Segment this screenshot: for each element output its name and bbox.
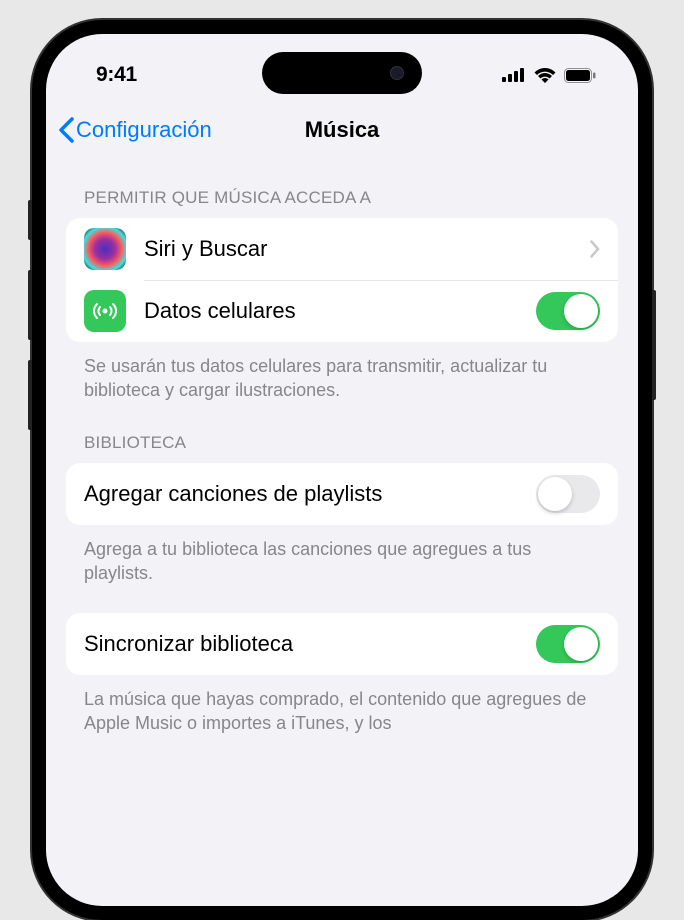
section-header-access: Permitir que Música acceda a bbox=[66, 158, 618, 218]
status-icons bbox=[502, 67, 596, 83]
settings-content[interactable]: Permitir que Música acceda a Siri y Busc… bbox=[46, 158, 638, 736]
row-sync-library: Sincronizar biblioteca bbox=[66, 613, 618, 675]
siri-icon bbox=[84, 228, 126, 270]
page-title: Música bbox=[305, 117, 380, 143]
row-add-playlist-songs: Agregar canciones de playlists bbox=[66, 463, 618, 525]
group-add-playlist: Agregar canciones de playlists bbox=[66, 463, 618, 525]
group-sync-library: Sincronizar biblioteca bbox=[66, 613, 618, 675]
siri-label: Siri y Buscar bbox=[144, 236, 590, 262]
screen: 9:41 Configuración Música Permitir que M… bbox=[46, 34, 638, 906]
volume-down-button bbox=[28, 360, 32, 430]
phone-frame: 9:41 Configuración Música Permitir que M… bbox=[32, 20, 652, 920]
sync-toggle[interactable] bbox=[536, 625, 600, 663]
chevron-left-icon bbox=[58, 117, 74, 143]
section-footer-add-playlist: Agrega a tu biblioteca las canciones que… bbox=[66, 525, 618, 586]
row-siri-search[interactable]: Siri y Buscar bbox=[66, 218, 618, 280]
dynamic-island bbox=[262, 52, 422, 94]
cellular-toggle[interactable] bbox=[536, 292, 600, 330]
add-playlist-label: Agregar canciones de playlists bbox=[84, 481, 536, 507]
add-playlist-toggle[interactable] bbox=[536, 475, 600, 513]
volume-up-button bbox=[28, 270, 32, 340]
section-footer-sync: La música que hayas comprado, el conteni… bbox=[66, 675, 618, 736]
group-access: Siri y Buscar Datos celulares bbox=[66, 218, 618, 342]
battery-icon bbox=[564, 68, 596, 83]
silent-switch bbox=[28, 200, 32, 240]
cellular-signal-icon bbox=[502, 68, 526, 82]
antenna-icon bbox=[84, 290, 126, 332]
front-camera-icon bbox=[390, 66, 404, 80]
back-button[interactable]: Configuración bbox=[58, 117, 212, 143]
cellular-label: Datos celulares bbox=[144, 298, 536, 324]
section-header-library: Biblioteca bbox=[66, 403, 618, 463]
nav-bar: Configuración Música bbox=[46, 102, 638, 158]
row-cellular-data: Datos celulares bbox=[66, 280, 618, 342]
wifi-icon bbox=[534, 67, 556, 83]
chevron-right-icon bbox=[590, 240, 600, 258]
sync-label: Sincronizar biblioteca bbox=[84, 631, 536, 657]
status-time: 9:41 bbox=[96, 63, 137, 87]
section-footer-access: Se usarán tus datos celulares para trans… bbox=[66, 342, 618, 403]
back-label: Configuración bbox=[76, 117, 212, 143]
power-button bbox=[652, 290, 656, 400]
